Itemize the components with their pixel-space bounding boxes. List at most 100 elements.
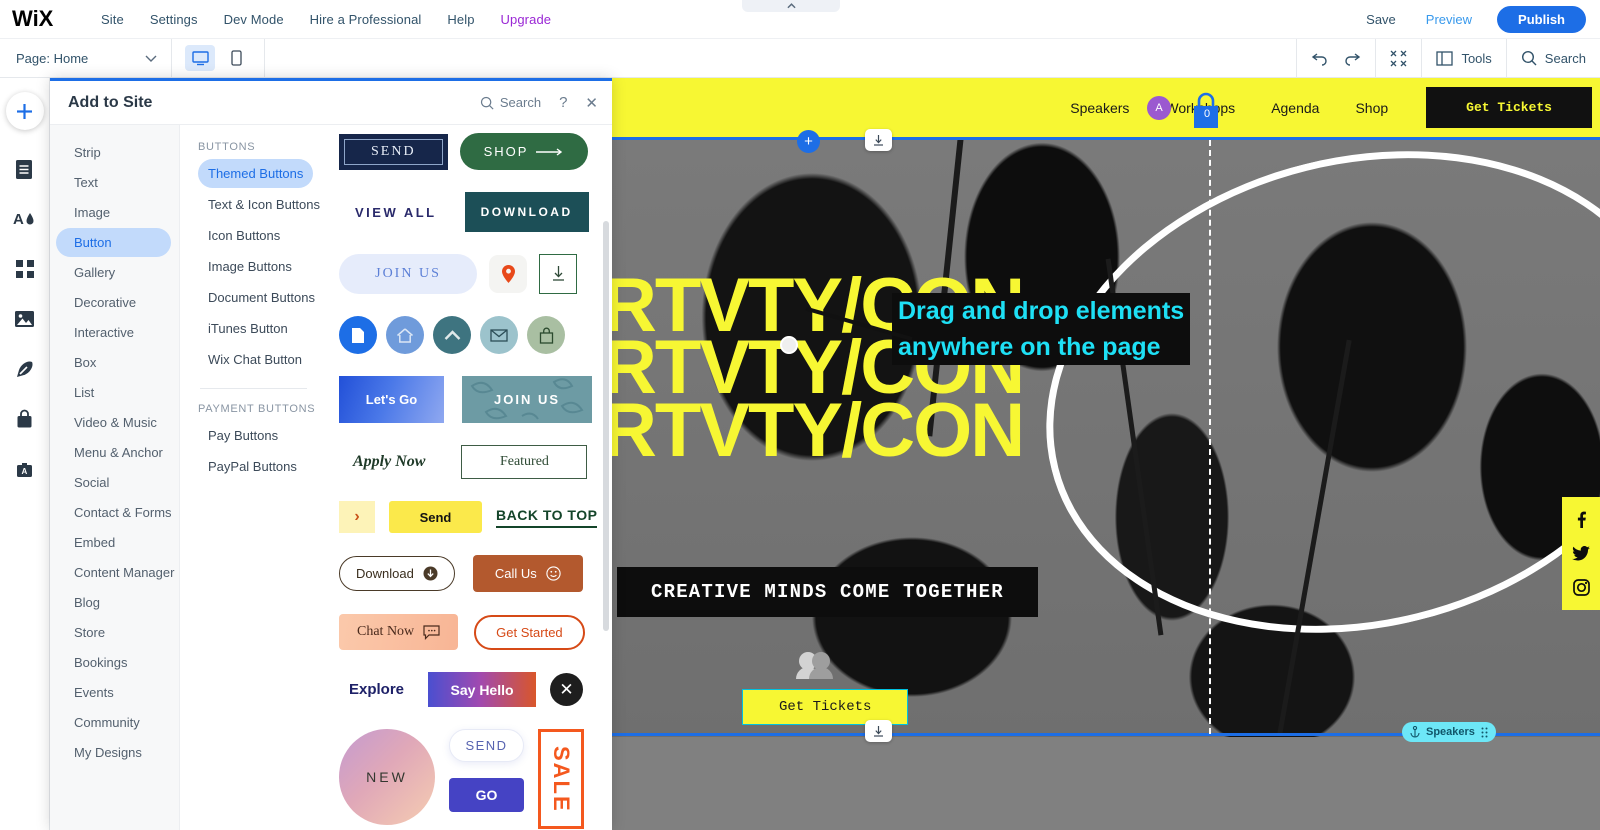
subcategory-paypal-buttons[interactable]: PayPal Buttons — [198, 452, 307, 481]
site-nav-speakers[interactable]: Speakers — [1070, 100, 1129, 116]
subcategory-text-icon-buttons[interactable]: Text & Icon Buttons — [198, 190, 330, 219]
menu-item-hire-a-professional[interactable]: Hire a Professional — [297, 12, 435, 27]
gallery-button-view-all[interactable]: VIEW ALL — [339, 195, 453, 230]
category-gallery[interactable]: Gallery — [56, 258, 171, 287]
subcategory-wix-chat-button[interactable]: Wix Chat Button — [198, 345, 312, 374]
preview-button[interactable]: Preview — [1411, 12, 1487, 27]
rail-item-store[interactable] — [6, 400, 44, 438]
twitter-icon[interactable] — [1572, 546, 1590, 561]
category-social[interactable]: Social — [56, 468, 171, 497]
anchor-chip-speakers[interactable]: Speakers — [1402, 722, 1496, 742]
gallery-button-new-circle[interactable]: NEW — [339, 729, 435, 825]
category-decorative[interactable]: Decorative — [56, 288, 171, 317]
menu-item-upgrade[interactable]: Upgrade — [488, 12, 565, 27]
people-icon[interactable] — [794, 650, 836, 685]
hero-tagline[interactable]: CREATIVE MINDS COME TOGETHER — [617, 567, 1038, 617]
subcategory-document-buttons[interactable]: Document Buttons — [198, 283, 325, 312]
subcategory-icon-buttons[interactable]: Icon Buttons — [198, 221, 290, 250]
category-list[interactable]: List — [56, 378, 171, 407]
gallery-button-join-us-lavender[interactable]: JOIN US — [339, 254, 477, 294]
gallery-button-send-outline[interactable]: SEND — [449, 729, 524, 762]
category-button[interactable]: Button — [56, 228, 171, 257]
collapsed-panel-tab[interactable] — [742, 0, 840, 12]
gallery-button-shop-green[interactable]: SHOP — [459, 133, 589, 170]
gallery-button-go[interactable]: GO — [449, 778, 524, 812]
desktop-view-button[interactable] — [185, 45, 215, 71]
gallery-button-arrow-yellow[interactable]: › — [339, 501, 375, 533]
site-nav-shop[interactable]: Shop — [1355, 100, 1388, 116]
gallery-button-back-to-top[interactable]: BACK TO TOP — [496, 507, 598, 528]
menu-item-settings[interactable]: Settings — [137, 12, 211, 27]
category-bookings[interactable]: Bookings — [56, 648, 171, 677]
gallery-icon-button-home[interactable] — [386, 316, 424, 354]
toolbar-search-button[interactable]: Search — [1521, 50, 1586, 66]
category-blog[interactable]: Blog — [56, 588, 171, 617]
site-nav-get-tickets-button[interactable]: Get Tickets — [1426, 87, 1592, 128]
gallery-button-download-teal[interactable]: DOWNLOAD — [464, 192, 589, 232]
category-box[interactable]: Box — [56, 348, 171, 377]
section-bottom-handle[interactable] — [865, 720, 892, 742]
instagram-icon[interactable] — [1572, 579, 1590, 596]
gallery-scrollbar[interactable] — [603, 221, 609, 631]
category-text[interactable]: Text — [56, 168, 171, 197]
mobile-view-button[interactable] — [221, 45, 251, 71]
category-content-manager[interactable]: Content Manager — [56, 558, 174, 587]
rail-item-content[interactable]: A — [6, 450, 44, 488]
gallery-icon-button-document[interactable] — [339, 316, 377, 354]
category-menu-anchor[interactable]: Menu & Anchor — [56, 438, 171, 467]
menu-item-dev-mode[interactable]: Dev Mode — [211, 12, 297, 27]
subcategory-themed-buttons[interactable]: Themed Buttons — [198, 159, 314, 188]
redo-button[interactable] — [1343, 50, 1361, 66]
gallery-button-sale[interactable]: SALE — [538, 729, 584, 829]
category-video-music[interactable]: Video & Music — [56, 408, 171, 437]
subcategory-image-buttons[interactable]: Image Buttons — [198, 252, 302, 281]
section-top-handle[interactable] — [865, 129, 892, 151]
subcategory-pay-buttons[interactable]: Pay Buttons — [198, 421, 288, 450]
rail-item-pages[interactable] — [6, 150, 44, 188]
gallery-button-call-us[interactable]: Call Us — [472, 555, 583, 592]
gallery-button-chat-now[interactable]: Chat Now — [339, 614, 459, 650]
gallery-button-location-pin[interactable] — [489, 255, 527, 293]
category-my-designs[interactable]: My Designs — [56, 738, 171, 767]
menu-item-help[interactable]: Help — [434, 12, 487, 27]
site-nav-agenda[interactable]: Agenda — [1271, 100, 1319, 116]
panel-help-button[interactable]: ? — [559, 94, 567, 111]
gallery-button-close-x[interactable]: ✕ — [550, 673, 584, 706]
category-community[interactable]: Community — [56, 708, 171, 737]
add-elements-button[interactable] — [5, 92, 44, 130]
gallery-icon-button-shopping-bag[interactable] — [527, 316, 565, 354]
category-interactive[interactable]: Interactive — [56, 318, 171, 347]
page-selector[interactable]: Page: Home — [0, 39, 172, 77]
gallery-button-join-us-floral[interactable]: JOIN US — [462, 376, 592, 423]
hero-section[interactable]: RTVTY/CON RTVTY/CON RTVTY/CON CREATIVE M… — [612, 137, 1600, 737]
tools-button[interactable]: Tools — [1436, 51, 1492, 66]
category-events[interactable]: Events — [56, 678, 171, 707]
rail-item-media[interactable] — [6, 300, 44, 338]
gallery-button-download-pill[interactable]: Download — [339, 556, 455, 591]
menu-item-site[interactable]: Site — [88, 12, 137, 27]
add-section-button[interactable]: + — [797, 130, 820, 153]
gallery-button-download-square[interactable] — [539, 254, 577, 294]
category-contact-forms[interactable]: Contact & Forms — [56, 498, 172, 527]
zoom-out-button[interactable] — [1390, 50, 1407, 67]
category-strip[interactable]: Strip — [56, 138, 171, 167]
rail-item-design[interactable]: A — [6, 200, 44, 238]
gallery-button-send-yellow[interactable]: Send — [389, 501, 482, 533]
panel-search-button[interactable]: Search — [480, 95, 541, 110]
publish-button[interactable]: Publish — [1497, 5, 1586, 33]
gallery-icon-button-mail[interactable] — [480, 316, 518, 354]
panel-close-button[interactable]: ✕ — [585, 94, 598, 112]
facebook-icon[interactable] — [1573, 511, 1589, 528]
gallery-button-say-hello[interactable]: Say Hello — [428, 672, 537, 707]
undo-button[interactable] — [1311, 50, 1329, 66]
gallery-icon-button-chevron-up[interactable] — [433, 316, 471, 354]
gallery-button-lets-go[interactable]: Let's Go — [339, 376, 444, 423]
gallery-button-get-started[interactable]: Get Started — [474, 614, 585, 650]
rail-item-apps[interactable] — [6, 250, 44, 288]
subcategory-itunes-button[interactable]: iTunes Button — [198, 314, 298, 343]
category-embed[interactable]: Embed — [56, 528, 171, 557]
avatar[interactable]: A — [1147, 96, 1171, 120]
rail-item-blog[interactable] — [6, 350, 44, 388]
gallery-button-apply-now[interactable]: Apply Now — [339, 445, 439, 479]
gallery-button-send-navy[interactable]: SEND — [339, 133, 448, 170]
